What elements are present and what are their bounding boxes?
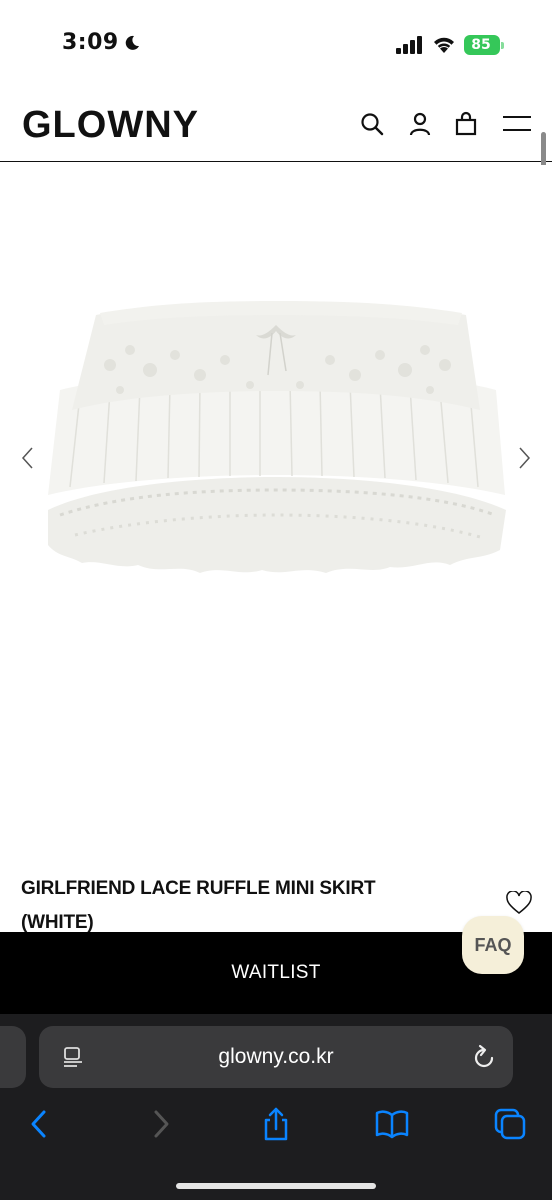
faq-button[interactable]: FAQ (462, 916, 524, 974)
browser-toolbar: glowny.co.kr (0, 1014, 552, 1200)
bag-icon[interactable] (452, 110, 480, 138)
reload-icon[interactable] (471, 1043, 497, 1071)
heart-icon[interactable] (506, 891, 532, 915)
battery-level: 85 (471, 37, 491, 53)
search-icon[interactable] (358, 110, 386, 138)
back-icon[interactable] (22, 1106, 58, 1142)
battery-indicator: 85 (464, 35, 504, 55)
bookmarks-icon[interactable] (374, 1106, 410, 1142)
home-indicator[interactable] (176, 1183, 376, 1189)
brand-logo[interactable]: GLOWNY (22, 104, 199, 147)
tabs-icon[interactable] (492, 1106, 528, 1142)
user-icon[interactable] (406, 110, 434, 138)
share-icon[interactable] (258, 1106, 294, 1142)
previous-tab-preview[interactable] (0, 1026, 26, 1088)
address-bar[interactable]: glowny.co.kr (39, 1026, 513, 1088)
forward-icon[interactable] (142, 1106, 178, 1142)
url-text: glowny.co.kr (218, 1045, 334, 1068)
chevron-left-icon[interactable] (20, 446, 36, 470)
wifi-icon (434, 37, 454, 53)
moon-icon (125, 35, 139, 50)
chevron-right-icon[interactable] (516, 446, 532, 470)
signal-icon (396, 36, 422, 54)
site-header: GLOWNY (0, 88, 552, 162)
product-image (0, 165, 552, 825)
hamburger-icon[interactable] (500, 110, 534, 138)
product-title: GIRLFRIEND LACE RUFFLE MINI SKIRT (WHITE… (21, 878, 376, 933)
status-bar: 3:09 85 (0, 0, 552, 88)
status-time: 3:09 (62, 30, 119, 55)
